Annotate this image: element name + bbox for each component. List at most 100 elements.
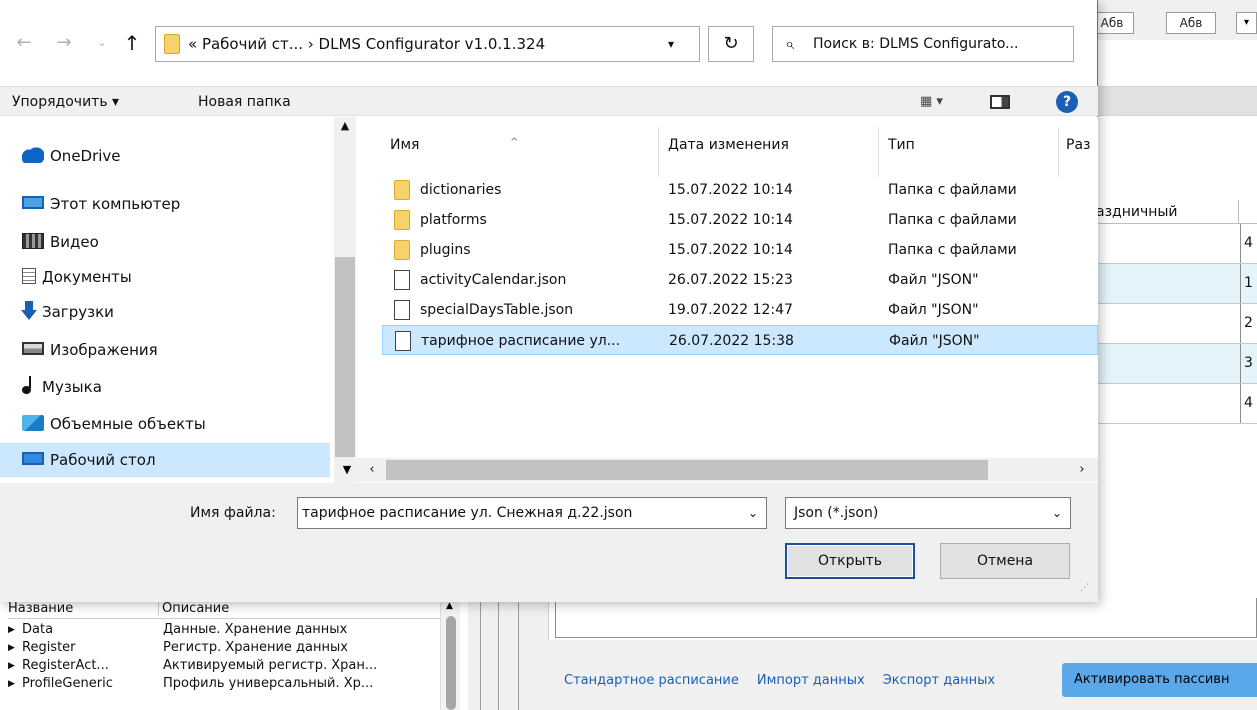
column-header-name[interactable]: ^ Имя bbox=[390, 117, 658, 177]
file-row[interactable]: specialDaysTable.json 19.07.2022 12:47 Ф… bbox=[382, 295, 1098, 325]
address-path[interactable]: « Рабочий ст... › DLMS Configurator v1.0… bbox=[188, 27, 545, 61]
resize-grip-icon[interactable]: ⋰ bbox=[1080, 583, 1089, 593]
search-input[interactable] bbox=[813, 28, 1069, 60]
column-header-description[interactable]: Описание bbox=[158, 601, 229, 616]
navigation-pane: OneDrive Этот компьютер Видео Документы … bbox=[0, 117, 360, 483]
expand-icon[interactable]: ▶ bbox=[8, 657, 15, 675]
list-item[interactable]: ▶ RegisterAct... Активируемый регистр. Х… bbox=[8, 657, 448, 675]
address-row: ← → ⌄ ↑ « Рабочий ст... › DLMS Configura… bbox=[0, 20, 1098, 68]
sort-ascending-icon: ^ bbox=[510, 137, 519, 148]
desktop-icon bbox=[22, 452, 44, 465]
nav-item-music[interactable]: Музыка bbox=[22, 370, 102, 404]
help-icon[interactable]: ? bbox=[1056, 91, 1078, 113]
list-item-name: ProfileGeneric bbox=[22, 676, 113, 691]
filename-combobox[interactable]: ⌄ bbox=[297, 497, 767, 529]
chevron-down-icon[interactable]: ⌄ bbox=[1052, 498, 1062, 528]
table-row[interactable]: 2 bbox=[1090, 304, 1257, 344]
file-type: Файл "JSON" bbox=[889, 333, 980, 349]
object-list-scrollbar[interactable]: ▲ bbox=[440, 600, 460, 710]
refresh-icon[interactable]: ↻ bbox=[708, 26, 754, 62]
nav-item-pictures[interactable]: Изображения bbox=[22, 333, 158, 367]
forward-arrow-icon[interactable]: → bbox=[52, 28, 76, 58]
file-type: Папка с файлами bbox=[888, 212, 1017, 228]
new-folder-button[interactable]: Новая папка bbox=[198, 87, 291, 117]
file-icon bbox=[394, 300, 410, 320]
list-item[interactable]: ▶ Register Регистр. Хранение данных bbox=[8, 639, 448, 657]
table-row[interactable]: 4 bbox=[1090, 384, 1257, 424]
column-header-label: Раз bbox=[1066, 137, 1091, 153]
nav-item-onedrive[interactable]: OneDrive bbox=[22, 139, 121, 173]
file-row[interactable]: plugins 15.07.2022 10:14 Папка с файлами bbox=[382, 235, 1098, 265]
file-row[interactable]: activityCalendar.json 26.07.2022 15:23 Ф… bbox=[382, 265, 1098, 295]
chevron-down-icon[interactable]: ▼ bbox=[334, 458, 360, 482]
table-row[interactable]: 1 bbox=[1090, 264, 1257, 304]
column-divider[interactable] bbox=[658, 127, 659, 177]
column-header-size[interactable]: Раз bbox=[1066, 117, 1098, 177]
divider bbox=[498, 598, 499, 710]
search-box[interactable]: ⌕ bbox=[772, 26, 1074, 62]
back-arrow-icon[interactable]: ← bbox=[12, 28, 36, 58]
chevron-down-icon[interactable]: ⌄ bbox=[90, 28, 114, 58]
expand-icon[interactable]: ▶ bbox=[8, 639, 15, 657]
organize-button[interactable]: Упорядочить ▾ bbox=[12, 87, 119, 117]
export-data-link[interactable]: Экспорт данных bbox=[883, 673, 995, 688]
nav-item-downloads[interactable]: Загрузки bbox=[21, 295, 114, 329]
scrollbar-thumb[interactable] bbox=[386, 460, 988, 480]
list-item-description: Данные. Хранение данных bbox=[163, 622, 348, 637]
file-type-filter[interactable]: Json (*.json) ⌄ bbox=[785, 497, 1071, 529]
file-name: plugins bbox=[420, 242, 471, 258]
nav-pane-scrollbar[interactable]: ▲ ▼ bbox=[334, 117, 356, 483]
import-data-link[interactable]: Импорт данных bbox=[757, 673, 865, 688]
preview-pane-icon[interactable] bbox=[990, 95, 1010, 109]
chevron-down-icon[interactable]: ▾ bbox=[668, 27, 674, 61]
column-header-date[interactable]: Дата изменения bbox=[668, 117, 878, 177]
list-item[interactable]: ▶ Data Данные. Хранение данных bbox=[8, 621, 448, 639]
column-header-name[interactable]: Название bbox=[8, 601, 73, 616]
file-list-horizontal-scrollbar[interactable]: ‹ › bbox=[360, 458, 1098, 482]
nav-item-documents[interactable]: Документы bbox=[22, 260, 132, 294]
background-toolbar-button[interactable]: Абв bbox=[1166, 12, 1216, 34]
scroll-left-icon[interactable]: ‹ bbox=[362, 458, 382, 482]
scroll-up-icon[interactable]: ▲ bbox=[446, 601, 453, 611]
filename-label: Имя файла: bbox=[190, 505, 276, 521]
chevron-down-icon[interactable]: ⌄ bbox=[748, 498, 758, 528]
expand-icon[interactable]: ▶ bbox=[8, 675, 15, 693]
file-name: specialDaysTable.json bbox=[420, 302, 574, 318]
splitter-area bbox=[468, 598, 548, 710]
chevron-down-icon[interactable]: ▾ bbox=[1236, 12, 1257, 34]
table-row[interactable]: 3 bbox=[1090, 344, 1257, 384]
column-divider[interactable] bbox=[878, 127, 879, 177]
table-cell: 3 bbox=[1240, 344, 1257, 383]
scroll-up-icon[interactable]: ▲ bbox=[334, 119, 356, 132]
nav-item-desktop[interactable]: Рабочий стол bbox=[0, 443, 330, 477]
file-row[interactable]: dictionaries 15.07.2022 10:14 Папка с фа… bbox=[382, 175, 1098, 205]
nav-item-video[interactable]: Видео bbox=[22, 225, 99, 259]
object-list: Название Описание ▶ Data Данные. Хранени… bbox=[0, 598, 470, 710]
view-options-icon[interactable]: ▦ ▾ bbox=[920, 87, 943, 117]
column-divider[interactable] bbox=[1058, 127, 1059, 177]
column-header-label: Имя bbox=[390, 137, 420, 153]
scrollbar-thumb[interactable] bbox=[335, 257, 355, 457]
cancel-button[interactable]: Отмена bbox=[940, 543, 1070, 579]
scrollbar-thumb[interactable] bbox=[446, 616, 456, 710]
list-item-name: Register bbox=[22, 640, 76, 655]
background-toolbar-band bbox=[1090, 86, 1257, 116]
file-row[interactable]: platforms 15.07.2022 10:14 Папка с файла… bbox=[382, 205, 1098, 235]
nav-item-3d-objects[interactable]: Объемные объекты bbox=[22, 407, 206, 441]
open-button[interactable]: Открыть bbox=[785, 543, 915, 579]
address-bar[interactable]: « Рабочий ст... › DLMS Configurator v1.0… bbox=[155, 26, 700, 62]
nav-item-this-pc[interactable]: Этот компьютер bbox=[22, 187, 180, 221]
scroll-right-icon[interactable]: › bbox=[1072, 458, 1092, 482]
column-header-label: Дата изменения bbox=[668, 137, 789, 153]
file-row-selected[interactable]: тарифное расписание ул... 26.07.2022 15:… bbox=[382, 325, 1098, 355]
file-name: platforms bbox=[420, 212, 487, 228]
list-item[interactable]: ▶ ProfileGeneric Профиль универсальный. … bbox=[8, 675, 448, 693]
activate-passive-button[interactable]: Активировать пассивн bbox=[1062, 663, 1257, 697]
column-header-type[interactable]: Тип bbox=[888, 117, 1058, 177]
standard-schedule-link[interactable]: Стандартное расписание bbox=[548, 673, 739, 688]
list-item-description: Профиль универсальный. Хр... bbox=[163, 676, 374, 691]
expand-icon[interactable]: ▶ bbox=[8, 621, 15, 639]
up-arrow-icon[interactable]: ↑ bbox=[120, 28, 144, 58]
table-row[interactable]: 4 bbox=[1090, 224, 1257, 264]
filename-input[interactable] bbox=[302, 499, 732, 527]
